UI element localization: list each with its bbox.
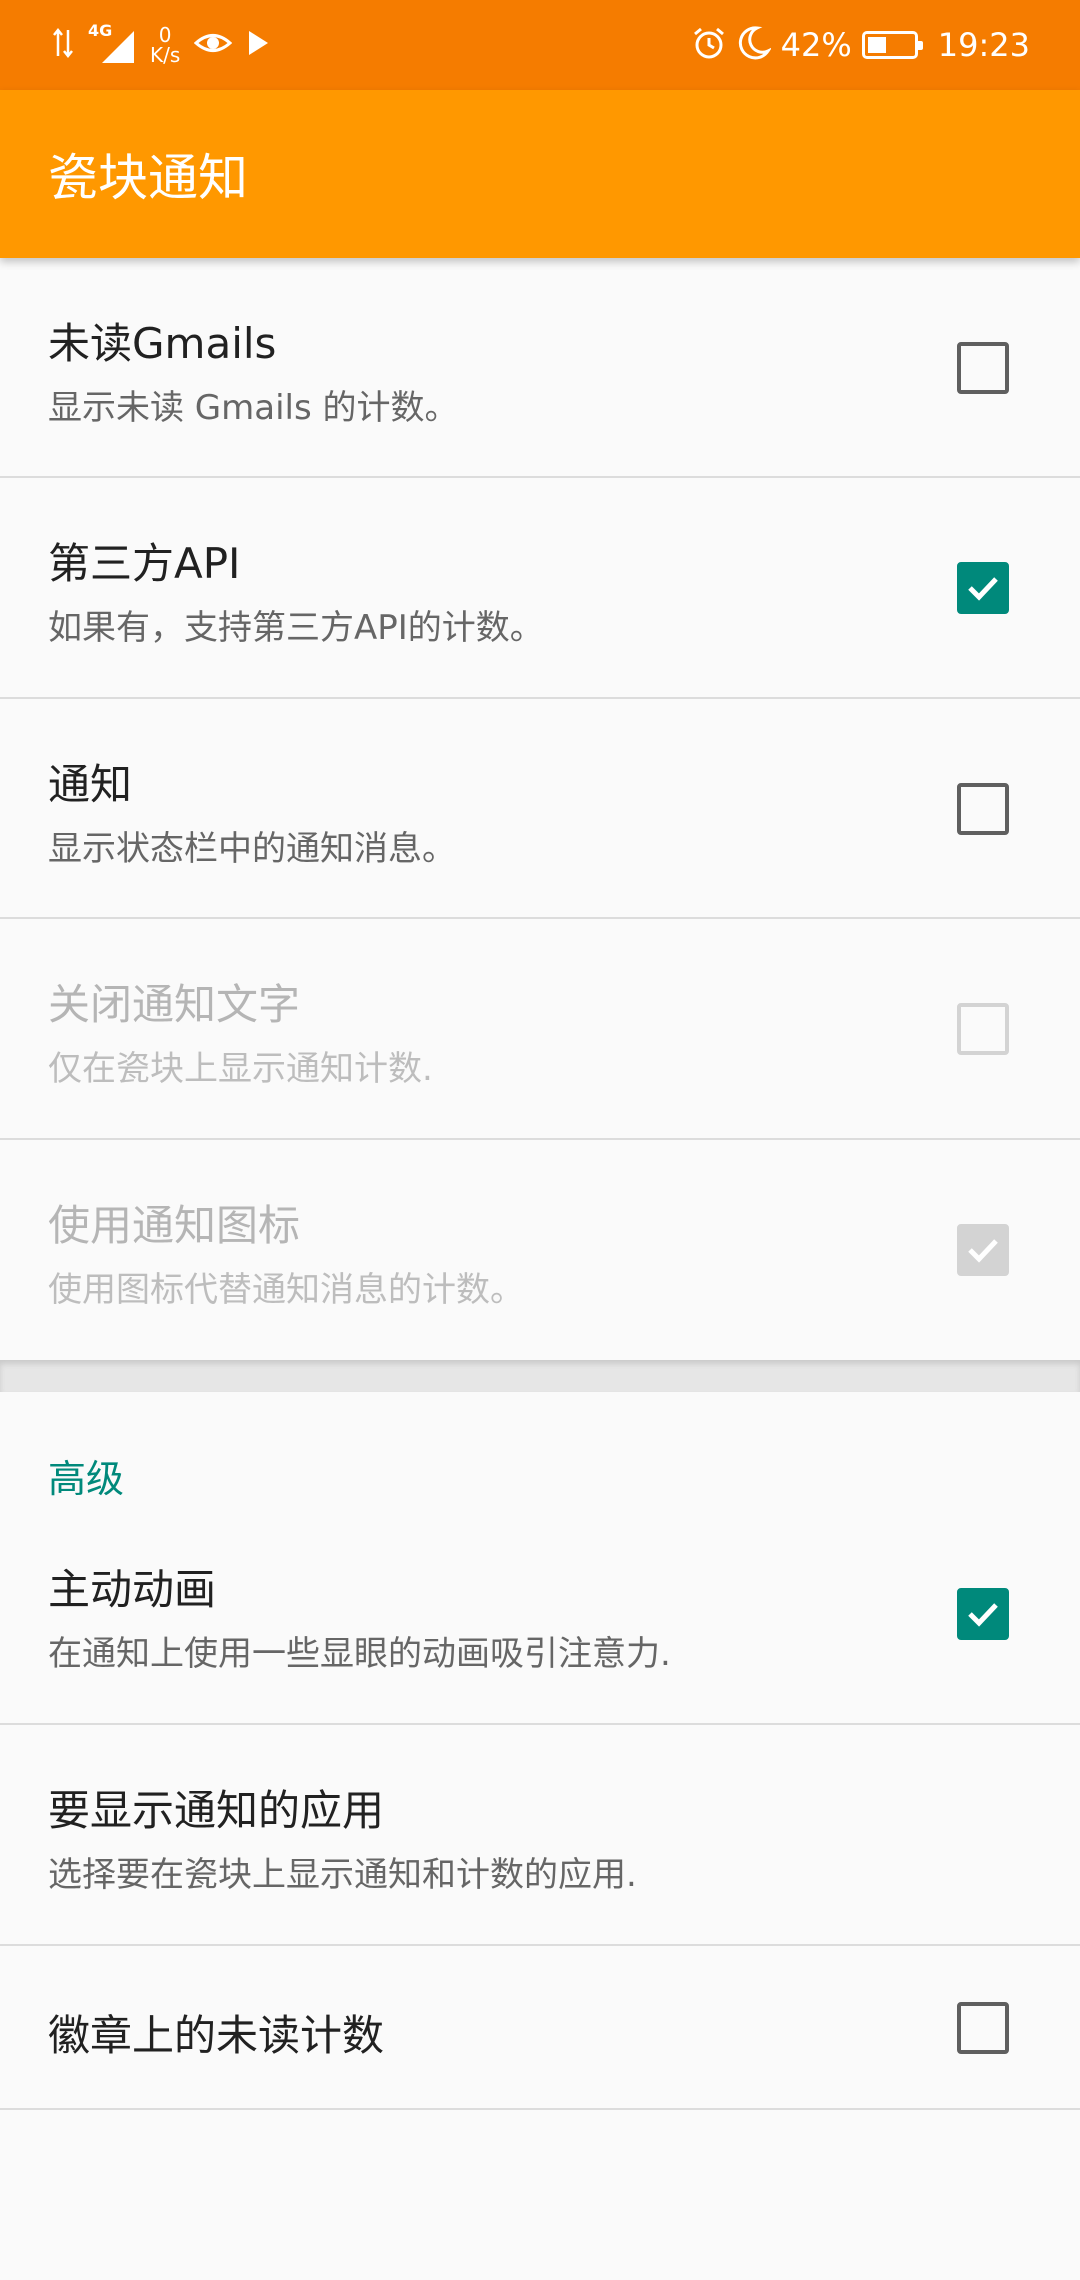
clock: 19:23 (937, 26, 1030, 64)
setting-title: 要显示通知的应用 (48, 1786, 385, 1835)
check-icon (968, 1603, 998, 1627)
battery-fill (867, 37, 886, 53)
setting-third-party-api[interactable]: 第三方API 如果有，支持第三方API的计数。 (0, 478, 1080, 699)
setting-title: 主动动画 (48, 1565, 217, 1614)
advanced-list: 主动动画 在通知上使用一些显眼的动画吸引注意力. 要显示通知的应用 选择要在瓷块… (0, 1504, 1080, 2110)
moon-icon (737, 25, 772, 65)
checkbox-close-notification-text (957, 1003, 1009, 1055)
setting-subtitle: 仅在瓷块上显示通知计数. (48, 1049, 433, 1089)
speed-unit: K/s (150, 43, 181, 67)
category-header-advanced: 高级 (48, 1457, 125, 1501)
setting-subtitle: 显示状态栏中的通知消息。 (48, 829, 456, 869)
setting-use-notification-icon: 使用通知图标 使用图标代替通知消息的计数。 (0, 1140, 1080, 1360)
status-bar: 4G 0 K/s 42% 19:23 (0, 0, 1080, 90)
status-right: 42% 19:23 (691, 18, 1030, 72)
signal-icon: 4G (88, 21, 136, 65)
status-left: 4G 0 K/s (52, 18, 270, 72)
setting-notification-apps[interactable]: 要显示通知的应用 选择要在瓷块上显示通知和计数的应用. (0, 1725, 1080, 1946)
checkbox-unread-gmails[interactable] (957, 342, 1009, 394)
eye-icon (194, 28, 233, 62)
checkbox-use-notification-icon (957, 1224, 1009, 1276)
data-transfer-icon (52, 26, 74, 64)
checkbox-notifications[interactable] (957, 783, 1009, 835)
setting-title: 徽章上的未读计数 (48, 2011, 385, 2060)
checkbox-badge-unread-count[interactable] (957, 2002, 1009, 2054)
setting-active-animation[interactable]: 主动动画 在通知上使用一些显眼的动画吸引注意力. (0, 1504, 1080, 1725)
alarm-icon (691, 25, 727, 65)
setting-subtitle: 在通知上使用一些显眼的动画吸引注意力. (48, 1634, 671, 1674)
section-divider (0, 1360, 1080, 1392)
setting-unread-gmails[interactable]: 未读Gmails 显示未读 Gmails 的计数。 (0, 258, 1080, 478)
setting-subtitle: 显示未读 Gmails 的计数。 (48, 388, 459, 428)
check-icon (968, 577, 998, 601)
setting-title: 第三方API (48, 539, 241, 588)
network-speed: 0 K/s (150, 25, 180, 65)
page-title: 瓷块通知 (48, 149, 248, 207)
setting-close-notification-text: 关闭通知文字 仅在瓷块上显示通知计数. (0, 919, 1080, 1140)
setting-title: 使用通知图标 (48, 1201, 301, 1250)
setting-title: 未读Gmails (48, 319, 277, 368)
battery-percent: 42% (780, 26, 852, 64)
setting-badge-unread-count[interactable]: 徽章上的未读计数 (0, 1946, 1080, 2110)
check-icon (968, 1239, 998, 1263)
app-bar: 瓷块通知 (0, 90, 1080, 258)
checkbox-third-party-api[interactable] (957, 562, 1009, 614)
setting-title: 关闭通知文字 (48, 980, 301, 1029)
setting-title: 通知 (48, 760, 133, 809)
checkbox-active-animation[interactable] (957, 1588, 1009, 1640)
setting-subtitle: 使用图标代替通知消息的计数。 (48, 1270, 524, 1310)
battery-icon (861, 31, 923, 59)
setting-subtitle: 如果有，支持第三方API的计数。 (48, 608, 544, 648)
setting-subtitle: 选择要在瓷块上显示通知和计数的应用. (48, 1855, 637, 1895)
settings-list: 未读Gmails 显示未读 Gmails 的计数。 第三方API 如果有，支持第… (0, 258, 1080, 1360)
setting-notifications[interactable]: 通知 显示状态栏中的通知消息。 (0, 699, 1080, 919)
play-icon (246, 29, 270, 61)
